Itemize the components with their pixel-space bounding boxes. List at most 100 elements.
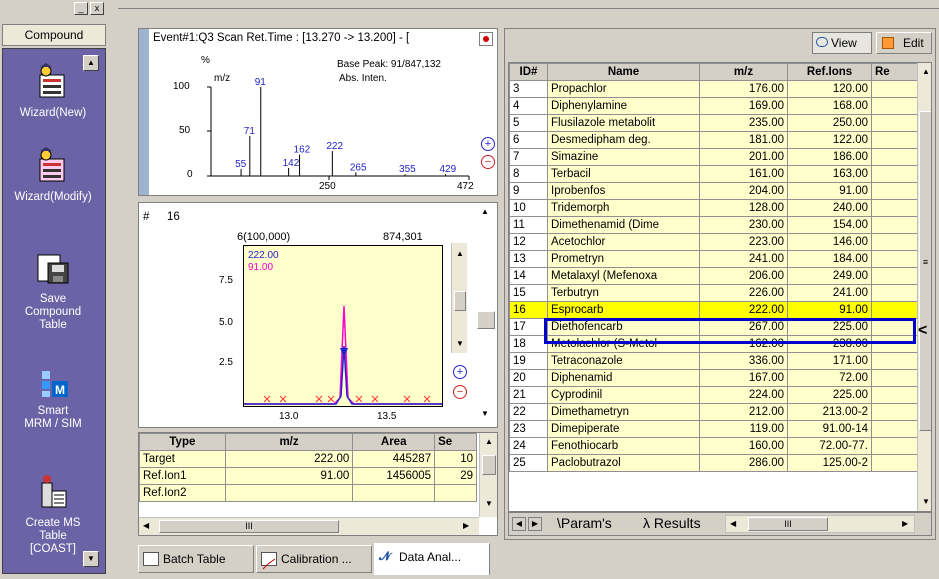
row-name: Esprocarb — [547, 301, 700, 319]
compound-row[interactable]: 23 Dimepiperate 119.00 91.00-14 — [509, 420, 918, 438]
save-compound-table-button[interactable]: Save Compound Table — [3, 223, 103, 332]
compound-row[interactable]: 10 Tridemorph 128.00 240.00 — [509, 199, 918, 217]
tab-prev-icon[interactable]: ◀ — [512, 517, 526, 531]
zoom-in-icon[interactable]: + — [481, 137, 495, 151]
y-unit-label: % — [201, 55, 210, 66]
scroll-up-icon[interactable]: ▲ — [485, 437, 493, 446]
ion-row-refion2[interactable]: Ref.Ion2 — [139, 484, 477, 502]
panel-scroll-thumb[interactable] — [477, 311, 495, 329]
compound-row[interactable]: 8 Terbacil 161.00 163.00 — [509, 165, 918, 183]
compound-row[interactable]: 15 Terbutryn 226.00 241.00 — [509, 284, 918, 302]
chrom-scroll-thumb[interactable] — [454, 291, 466, 311]
compound-row[interactable]: 11 Dimethenamid (Dime 230.00 154.00 — [509, 216, 918, 234]
chrom-zoom-in-icon[interactable]: + — [453, 365, 467, 379]
ion-row-target[interactable]: Target 222.00 445287 10 — [139, 450, 477, 468]
row-mz: 212.00 — [699, 403, 788, 421]
compound-row[interactable]: 24 Fenothiocarb 160.00 72.00-77. — [509, 437, 918, 455]
compound-row[interactable]: 22 Dimethametryn 212.00 213.00-2 — [509, 403, 918, 421]
compound-hscroll[interactable]: ◀ III ▶ — [725, 515, 915, 533]
ion-table-vscroll[interactable]: ▲ ▼ — [479, 433, 497, 517]
compound-row[interactable]: 9 Iprobenfos 204.00 91.00 — [509, 182, 918, 200]
row-name: Acetochlor — [547, 233, 700, 251]
data-analysis-icon: 𝓝 — [379, 549, 391, 563]
tab-params[interactable]: \Param's — [557, 515, 612, 531]
mz-label: m/z — [214, 73, 231, 84]
compound-vscroll-thumb[interactable]: ≡ — [919, 111, 931, 431]
compound-row[interactable]: 20 Diphenamid 167.00 72.00 — [509, 369, 918, 387]
scroll-down-icon[interactable]: ▼ — [922, 497, 930, 506]
row-re — [871, 97, 918, 115]
sidebar-titlebar: _ x — [0, 0, 110, 18]
tab-results[interactable]: λ Results — [643, 515, 701, 531]
tab-calibration[interactable]: Calibration ... — [256, 545, 372, 573]
minimize-button[interactable]: _ — [74, 2, 88, 15]
scroll-right-icon[interactable]: ▶ — [463, 521, 469, 530]
ion-mz: 222.00 — [224, 450, 354, 468]
scroll-left-icon[interactable]: ◀ — [730, 519, 736, 528]
row-id: 15 — [509, 284, 548, 302]
view-button[interactable]: View — [812, 32, 872, 54]
chrom-y-tick-7-5: 7.5 — [219, 275, 233, 286]
panel-scroll-up-icon[interactable]: ▲ — [481, 207, 489, 216]
compound-hscroll-thumb[interactable]: III — [748, 517, 828, 531]
scroll-down-icon[interactable]: ▼ — [485, 499, 493, 508]
scroll-up-icon[interactable]: ▲ — [922, 67, 930, 76]
scroll-down-icon[interactable]: ▼ — [456, 339, 464, 348]
ion-col-mz[interactable]: m/z — [224, 433, 354, 451]
compound-row[interactable]: 21 Cyprodinil 224.00 225.00 — [509, 386, 918, 404]
row-ref-ions: 241.00 — [787, 284, 872, 302]
col-mz[interactable]: m/z — [699, 63, 788, 81]
row-name: Simazine — [547, 148, 700, 166]
scroll-up-icon[interactable]: ▲ — [456, 249, 464, 258]
compound-row[interactable]: 12 Acetochlor 223.00 146.00 — [509, 233, 918, 251]
ion-col-se[interactable]: Se — [434, 433, 477, 451]
compound-row[interactable]: 25 Paclobutrazol 286.00 125.00-2 — [509, 454, 918, 472]
col-name[interactable]: Name — [547, 63, 700, 81]
smart-mrm-sim-button[interactable]: M Smart MRM / SIM — [3, 341, 103, 431]
compound-tab[interactable]: Compound — [2, 24, 106, 46]
ion-hscroll-thumb[interactable]: III — [159, 520, 339, 533]
record-button[interactable] — [479, 32, 493, 46]
col-ref-ions[interactable]: Ref.Ions — [787, 63, 872, 81]
compound-table-vscroll[interactable]: ▲ ≡ ▼ — [917, 63, 931, 511]
scroll-left-icon[interactable]: ◀ — [143, 521, 149, 530]
create-ms-table-button[interactable]: Create MS Table [COAST] — [3, 447, 103, 556]
wizard-modify-button[interactable]: Wizard(Modify) — [3, 147, 103, 204]
ion-col-area[interactable]: Area — [352, 433, 436, 451]
compound-row[interactable]: 13 Prometryn 241.00 184.00 — [509, 250, 918, 268]
ion-area: 1456005 — [352, 467, 436, 485]
tab-next-icon[interactable]: ▶ — [528, 517, 542, 531]
tab-data-analysis[interactable]: 𝓝 Data Anal... — [374, 543, 490, 575]
ion-scroll-thumb[interactable] — [482, 455, 496, 475]
row-name: Tridemorph — [547, 199, 700, 217]
col-re[interactable]: Re — [871, 63, 918, 81]
row-re — [871, 165, 918, 183]
spectrum-peak-label: 355 — [399, 164, 416, 175]
zoom-out-icon[interactable]: − — [481, 155, 495, 169]
compound-row[interactable]: 5 Flusilazole metabolit 235.00 250.00 — [509, 114, 918, 132]
col-id[interactable]: ID# — [509, 63, 548, 81]
row-mz: 169.00 — [699, 97, 788, 115]
compound-row[interactable]: 14 Metalaxyl (Mefenoxa 206.00 249.00 — [509, 267, 918, 285]
calibration-icon — [261, 552, 277, 570]
ion-table-hscroll[interactable]: ◀ III ▶ — [139, 517, 479, 535]
panel-scroll-down-icon[interactable]: ▼ — [481, 409, 489, 418]
chrom-zoom-out-icon[interactable]: − — [453, 385, 467, 399]
edit-button[interactable]: Edit — [876, 32, 932, 54]
row-ref-ions: 125.00-2 — [787, 454, 872, 472]
compound-row[interactable]: 7 Simazine 201.00 186.00 — [509, 148, 918, 166]
compound-row[interactable]: 19 Tetraconazole 336.00 171.00 — [509, 352, 918, 370]
compound-row[interactable]: 4 Diphenylamine 169.00 168.00 — [509, 97, 918, 115]
scroll-right-icon[interactable]: ▶ — [902, 519, 908, 528]
wizard-new-button[interactable]: Wizard(New) — [3, 63, 103, 120]
ion-col-type[interactable]: Type — [139, 433, 226, 451]
ion-row-refion1[interactable]: Ref.Ion1 91.00 1456005 29 — [139, 467, 477, 485]
compound-row[interactable]: 6 Desmedipham deg. 181.00 122.00 — [509, 131, 918, 149]
tab-batch-table[interactable]: Batch Table — [138, 545, 254, 573]
chrom-scrollbar[interactable]: ▲ ▼ — [451, 243, 467, 353]
compound-row[interactable]: 3 Propachlor 176.00 120.00 — [509, 80, 918, 98]
spectrum-peak-label: 91 — [255, 77, 267, 88]
compound-row[interactable]: 16 Esprocarb 222.00 91.00 — [509, 301, 918, 319]
intensity-label: 874,301 — [383, 231, 423, 243]
close-button[interactable]: x — [90, 2, 104, 15]
